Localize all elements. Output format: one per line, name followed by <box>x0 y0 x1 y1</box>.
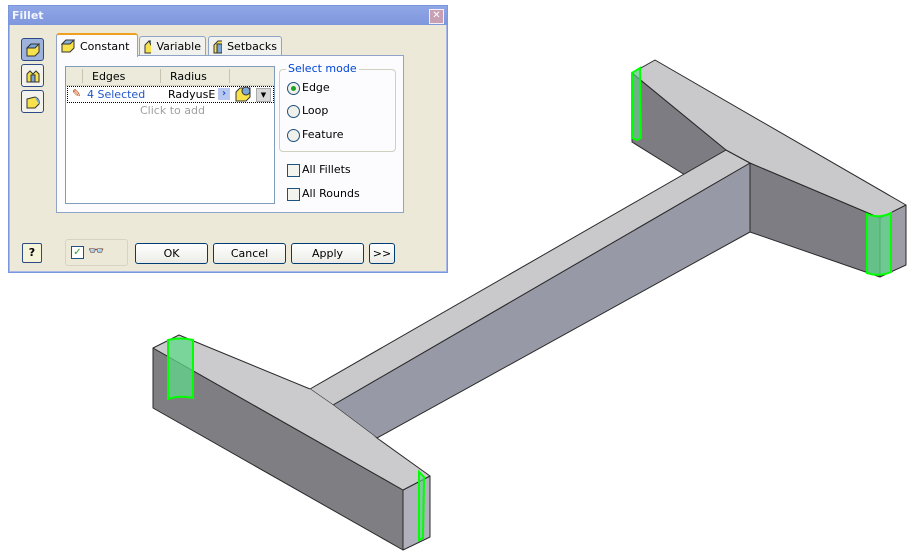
tab-variable[interactable]: Variable <box>139 36 206 56</box>
column-header-radius[interactable]: Radius <box>170 70 207 83</box>
radio-edge[interactable] <box>287 82 300 95</box>
selected-edge-far-left[interactable] <box>631 66 643 142</box>
all-rounds-label[interactable]: All Rounds <box>302 187 360 200</box>
click-to-add-placeholder[interactable]: Click to add <box>140 104 205 117</box>
tab-constant-label: Constant <box>80 39 130 53</box>
tab-setbacks[interactable]: Setbacks <box>208 36 282 56</box>
selected-edge-near-right[interactable] <box>418 469 426 542</box>
help-icon: ? <box>28 246 36 259</box>
edge-fillet-icon <box>25 43 40 56</box>
cancel-button[interactable]: Cancel <box>213 243 286 264</box>
setbacks-icon <box>213 40 223 53</box>
selected-edge-near-left[interactable] <box>167 337 194 401</box>
radio-loop-label[interactable]: Loop <box>302 104 328 117</box>
tab-variable-label: Variable <box>156 40 201 53</box>
tab-setbacks-label: Setbacks <box>227 40 277 53</box>
constant-tab-panel: Edges Radius ✎ 4 Selected RadyusE › ▼ Cl… <box>56 55 404 213</box>
full-round-fillet-icon <box>26 95 40 108</box>
chevron-down-icon[interactable]: ▼ <box>256 88 271 102</box>
pencil-icon: ✎ <box>72 87 82 100</box>
apply-button[interactable]: Apply <box>291 243 364 264</box>
tab-constant[interactable]: Constant <box>56 33 138 57</box>
all-fillets-checkbox[interactable] <box>287 164 300 177</box>
column-header-edges[interactable]: Edges <box>92 70 125 83</box>
face-fillet-icon <box>26 69 39 82</box>
ok-button[interactable]: OK <box>135 243 208 264</box>
all-rounds-checkbox[interactable] <box>287 188 300 201</box>
table-header: Edges Radius <box>66 67 274 86</box>
radio-edge-label[interactable]: Edge <box>302 81 330 94</box>
close-icon: ✕ <box>432 10 441 21</box>
radius-cell[interactable]: RadyusE <box>168 88 215 101</box>
title-bar[interactable]: Fillet ✕ <box>9 6 447 25</box>
face-fillet-mode-button[interactable] <box>21 64 44 87</box>
radio-feature[interactable] <box>287 129 300 142</box>
preview-toggle-group: ✓ 👓 <box>65 239 128 266</box>
fillet-dialog: Fillet ✕ Constant Variable Setbacks Edge… <box>8 5 448 273</box>
all-fillets-label[interactable]: All Fillets <box>302 163 351 176</box>
table-row[interactable]: ✎ 4 Selected RadyusE › ▼ <box>67 86 274 103</box>
full-round-fillet-mode-button[interactable] <box>21 90 44 113</box>
radio-feature-label[interactable]: Feature <box>302 128 344 141</box>
constant-fillet-icon <box>61 39 75 53</box>
select-mode-label: Select mode <box>286 62 359 75</box>
selected-edge-far-right[interactable] <box>866 211 892 276</box>
help-button[interactable]: ? <box>22 243 42 263</box>
fillet-edges-table: Edges Radius ✎ 4 Selected RadyusE › ▼ Cl… <box>65 66 275 204</box>
more-options-button[interactable]: >> <box>369 243 395 264</box>
edge-fillet-mode-button[interactable] <box>21 38 44 61</box>
variable-fillet-icon <box>144 40 152 53</box>
close-button[interactable]: ✕ <box>429 9 444 24</box>
preview-checkbox[interactable]: ✓ <box>71 246 84 259</box>
edges-cell[interactable]: 4 Selected <box>87 88 145 101</box>
solid-select-icon[interactable] <box>235 86 252 102</box>
glasses-icon: 👓 <box>88 244 105 259</box>
radio-loop[interactable] <box>287 105 300 118</box>
select-mode-group: Select mode Edge Loop Feature <box>279 62 396 152</box>
chevron-right-icon[interactable]: › <box>218 88 230 100</box>
dialog-title: Fillet <box>12 9 44 22</box>
